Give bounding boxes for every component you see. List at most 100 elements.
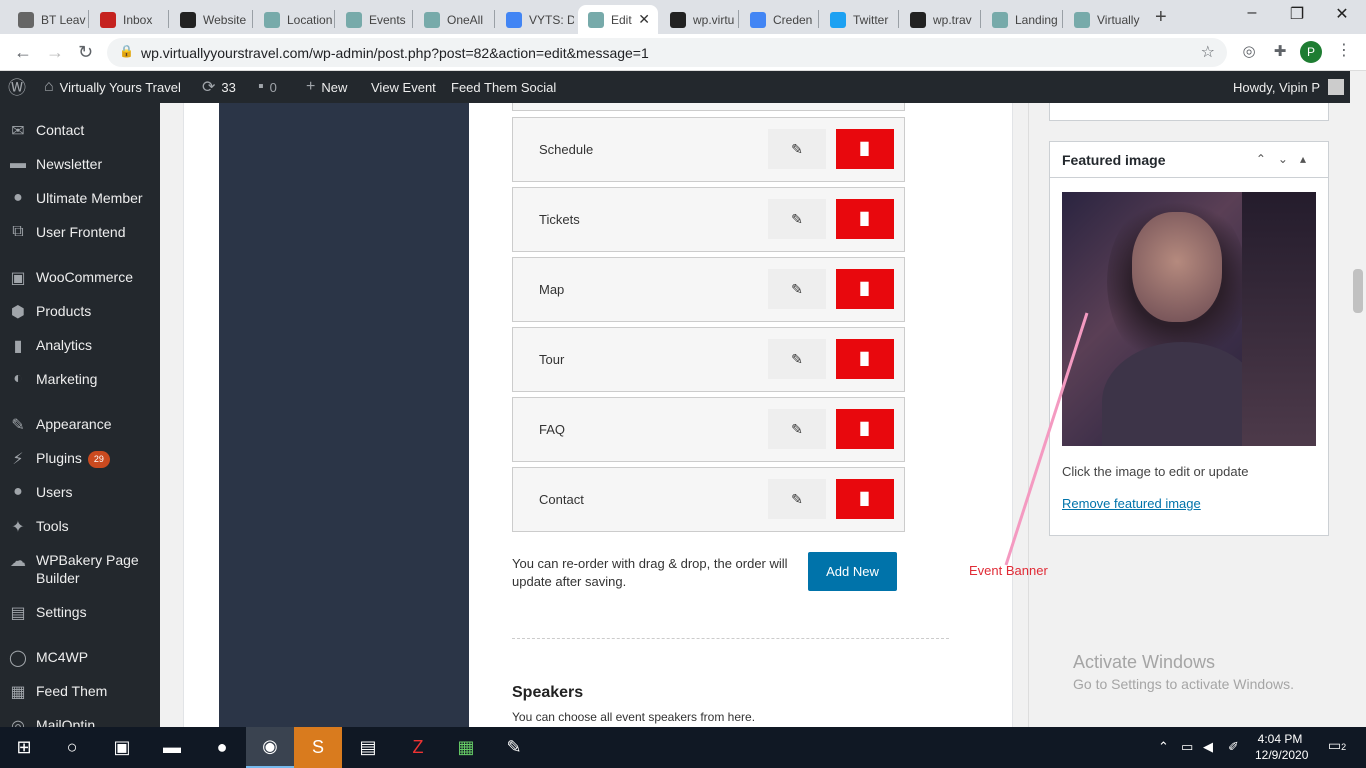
windows-start-icon[interactable]: ⊞ <box>0 727 48 768</box>
puzzle-icon[interactable]: ✚ <box>1271 43 1289 61</box>
tab-row-map[interactable]: Map ✎ ▉ <box>512 257 905 322</box>
sidebar-item-ultimate-member[interactable]: ● Ultimate Member <box>0 189 160 207</box>
remove-featured-image-link[interactable]: Remove featured image <box>1062 496 1201 511</box>
scroll-thumb[interactable] <box>1353 269 1363 313</box>
sidebar-item-newsletter[interactable]: ▬ Newsletter <box>0 155 160 173</box>
add-new-button[interactable]: Add New <box>808 552 897 591</box>
sidebar-item-woocommerce[interactable]: ▣ WooCommerce <box>0 268 160 288</box>
browser-tab[interactable]: Edit ✕ <box>578 5 658 34</box>
wordpress-logo-icon[interactable]: Ⓦ <box>8 71 26 103</box>
extension-icon[interactable]: ◎ <box>1240 43 1258 61</box>
delete-trash-icon[interactable]: ▉ <box>836 129 894 169</box>
delete-trash-icon[interactable]: ▉ <box>836 409 894 449</box>
sidebar-item-plugins[interactable]: ⚡ Plugins 29 <box>0 449 160 469</box>
delete-trash-icon[interactable]: ▉ <box>836 339 894 379</box>
forward-icon[interactable]: → <box>46 42 64 63</box>
file-explorer-icon[interactable]: ▬ <box>148 727 196 768</box>
browser-tab[interactable]: Landing <box>982 5 1060 34</box>
browser-tab[interactable]: wp.trav <box>900 5 978 34</box>
tab-row-tour[interactable]: Tour ✎ ▉ <box>512 327 905 392</box>
sidebar-item-analytics[interactable]: ▮ Analytics <box>0 336 160 356</box>
sidebar-item-marketing[interactable]: ◐ Marketing <box>0 370 160 388</box>
browser-tab[interactable]: BT Leav <box>8 5 86 34</box>
close-window-button[interactable]: ✕ <box>1322 4 1362 24</box>
profile-avatar[interactable]: P <box>1300 41 1322 63</box>
volume-icon[interactable]: ◀ <box>1203 739 1213 755</box>
edit-pencil-icon[interactable]: ✎ <box>768 129 826 169</box>
sidebar-item-feed-them[interactable]: ▦ Feed Them <box>0 682 160 702</box>
browser-tab-label: Website <box>203 12 247 27</box>
edit-pencil-icon[interactable]: ✎ <box>768 339 826 379</box>
postman-icon[interactable]: ● <box>198 727 246 768</box>
url-field[interactable]: 🔒 wp.virtuallyyourstravel.com/wp-admin/p… <box>107 38 1227 67</box>
browser-tab[interactable]: Inbox <box>90 5 168 34</box>
browser-tab[interactable]: Creden <box>740 5 818 34</box>
sidebar-item-users[interactable]: ● Users <box>0 483 160 501</box>
browser-tab[interactable]: OneAll <box>414 5 492 34</box>
chrome-icon[interactable]: ◉ <box>246 727 294 768</box>
feed-them-social-link[interactable]: Feed Them Social <box>451 71 556 103</box>
comments-link[interactable]: ▪ 0 <box>258 71 277 103</box>
browser-tab[interactable]: Twitter <box>820 5 898 34</box>
edit-pencil-icon[interactable]: ✎ <box>768 199 826 239</box>
user-avatar[interactable] <box>1328 79 1344 95</box>
sidebar-item-mc4wp[interactable]: ◯ MC4WP <box>0 648 160 668</box>
sidebar-item-user-frontend[interactable]: ⧉ User Frontend <box>0 223 160 241</box>
pen-icon[interactable]: ✐ <box>1228 739 1239 755</box>
edit-pencil-icon[interactable]: ✎ <box>768 409 826 449</box>
edit-pencil-icon[interactable]: ✎ <box>768 269 826 309</box>
filezilla-icon[interactable]: Z <box>394 727 442 768</box>
browser-menu-icon[interactable]: ⋮ <box>1336 40 1352 60</box>
site-name-link[interactable]: ⌂ Virtually Yours Travel <box>44 71 181 103</box>
network-icon[interactable]: ▭ <box>1181 739 1193 755</box>
new-content-link[interactable]: + New <box>306 71 347 103</box>
browser-tab[interactable]: wp.virtu <box>660 5 738 34</box>
notepad-icon[interactable]: ▤ <box>344 727 392 768</box>
notification-center-icon[interactable]: ▭2 <box>1326 737 1348 759</box>
browser-tab[interactable]: Events <box>336 5 414 34</box>
howdy-link[interactable]: Howdy, Vipin P <box>1233 71 1320 103</box>
sidebar-item-products[interactable]: ⬢ Products <box>0 302 160 322</box>
tab-row-faq[interactable]: FAQ ✎ ▉ <box>512 397 905 462</box>
browser-tab[interactable]: VYTS: D <box>496 5 574 34</box>
page-scrollbar[interactable] <box>1350 71 1366 727</box>
sidebar-item-contact[interactable]: ✉ Contact <box>0 121 160 141</box>
browser-tab-label: Inbox <box>123 12 153 27</box>
search-icon[interactable]: ○ <box>48 727 96 768</box>
bookmark-star-icon[interactable]: ☆ <box>1201 42 1215 62</box>
new-tab-button[interactable]: + <box>1155 6 1167 29</box>
move-up-icon[interactable]: ⌃ <box>1256 152 1278 166</box>
edit-pencil-icon[interactable]: ✎ <box>768 479 826 519</box>
view-event-link[interactable]: View Event <box>371 71 436 103</box>
browser-tab[interactable]: Location <box>254 5 332 34</box>
system-clock[interactable]: 4:04 PM 12/9/2020 <box>1255 731 1308 763</box>
sidebar-item-mailoptin[interactable]: ◎ MailOptin <box>0 716 160 727</box>
delete-trash-icon[interactable]: ▉ <box>836 269 894 309</box>
tab-row-tickets[interactable]: Tickets ✎ ▉ <box>512 187 905 252</box>
skype-icon[interactable]: S <box>294 727 342 768</box>
sidebar-item-wpbakery-page-builder[interactable]: ☁ WPBakery Page Builder <box>0 551 160 587</box>
sidebar-item-settings[interactable]: ▤ Settings <box>0 603 160 623</box>
sidebar-item-appearance[interactable]: ✎ Appearance <box>0 415 160 435</box>
tab-row-schedule[interactable]: Schedule ✎ ▉ <box>512 117 905 182</box>
move-down-icon[interactable]: ⌄ <box>1278 152 1300 166</box>
featured-image-preview[interactable] <box>1062 192 1316 446</box>
browser-tab[interactable]: Virtually <box>1064 5 1142 34</box>
sidebar-item-tools[interactable]: ✦ Tools <box>0 517 160 537</box>
tray-chevron-icon[interactable]: ⌃ <box>1158 739 1169 755</box>
reload-icon[interactable]: ↻ <box>78 42 93 63</box>
back-icon[interactable]: ← <box>14 42 32 63</box>
close-tab-icon[interactable]: ✕ <box>638 11 650 28</box>
paint-icon[interactable]: ✎ <box>490 727 538 768</box>
delete-trash-icon[interactable]: ▉ <box>836 479 894 519</box>
tab-row-contact[interactable]: Contact ✎ ▉ <box>512 467 905 532</box>
minimize-button[interactable]: – <box>1232 4 1272 22</box>
spreadsheet-icon[interactable]: ▦ <box>442 727 490 768</box>
browser-tab[interactable]: Website <box>170 5 248 34</box>
wp-admin-bar: Ⓦ ⌂ Virtually Yours Travel ⟳ 33 ▪ 0 + New Vi… <box>0 71 1366 103</box>
updates-link[interactable]: ⟳ 33 <box>202 71 236 103</box>
delete-trash-icon[interactable]: ▉ <box>836 199 894 239</box>
maximize-button[interactable]: ❐ <box>1277 4 1317 24</box>
collapse-icon[interactable]: ▴ <box>1300 152 1318 166</box>
network-app-icon[interactable]: ▣ <box>98 727 146 768</box>
